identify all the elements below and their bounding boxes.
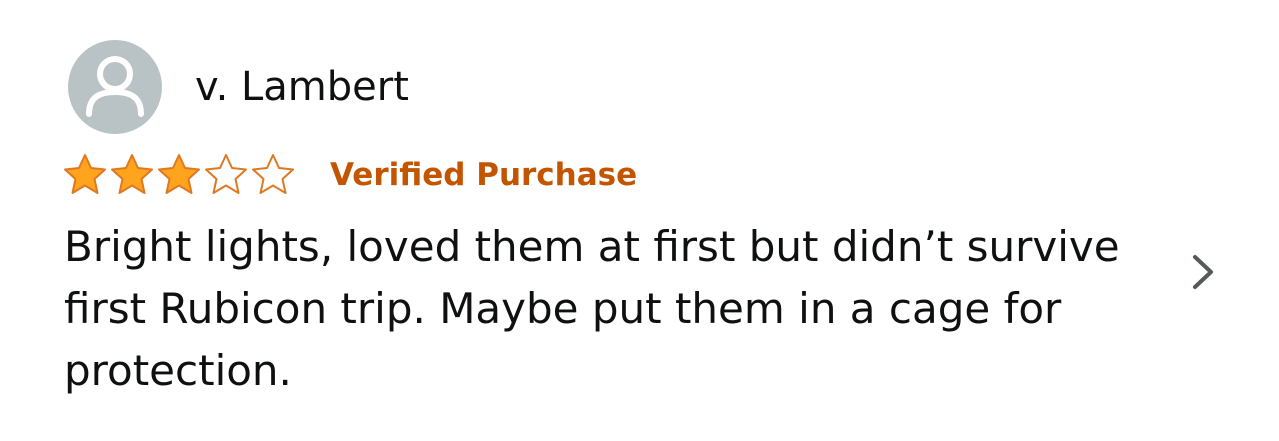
star-filled-icon bbox=[158, 154, 200, 194]
reviewer-avatar bbox=[68, 40, 162, 134]
star-filled-icon bbox=[64, 154, 106, 194]
star-empty-icon bbox=[205, 154, 247, 194]
user-icon bbox=[86, 56, 144, 117]
star-empty-icon bbox=[252, 154, 294, 194]
review-text: Bright lights, loved them at first but d… bbox=[64, 222, 1120, 395]
review-card: v. Lambert Verified Purchase Bright ligh… bbox=[0, 0, 1279, 441]
reviewer-name[interactable]: v. Lambert bbox=[195, 62, 409, 112]
star-rating bbox=[62, 152, 296, 198]
chevron-right-icon[interactable] bbox=[1186, 252, 1220, 292]
star-filled-icon bbox=[111, 154, 153, 194]
verified-purchase-badge: Verified Purchase bbox=[330, 157, 638, 193]
